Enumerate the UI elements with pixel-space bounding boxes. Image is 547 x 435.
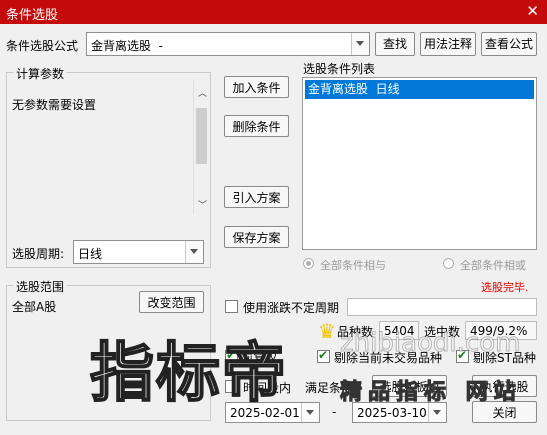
range-value: 全部A股 xyxy=(12,300,57,314)
add-condition-button[interactable]: 加入条件 xyxy=(224,76,289,98)
date-from-picker[interactable]: 2025-02-01 xyxy=(225,402,320,423)
exclude-st-label: 剔除ST品种 xyxy=(473,351,536,365)
scroll-thumb[interactable] xyxy=(196,108,207,164)
chevron-down-icon[interactable] xyxy=(428,403,446,422)
and-radio-label: 全部条件相与 xyxy=(320,259,386,272)
use-period-label: 使用涨跌不定周期 xyxy=(243,301,340,315)
save-plan-button[interactable]: 保存方案 xyxy=(224,226,289,248)
change-range-button[interactable]: 改变范围 xyxy=(139,291,204,313)
exclude-st-checkbox[interactable] xyxy=(456,348,469,363)
formula-combo[interactable]: 金背离选股 - xyxy=(86,32,370,56)
date-to-picker[interactable]: 2025-03-10 xyxy=(352,402,447,423)
range-legend: 选股范围 xyxy=(13,278,68,295)
close-icon[interactable]: ✕ xyxy=(526,2,539,20)
use-period-checkbox[interactable] xyxy=(225,300,238,313)
crown-icon: ♛ xyxy=(318,319,336,343)
or-radio[interactable] xyxy=(443,258,454,269)
selected-field: 499/9.2% xyxy=(465,321,537,340)
or-radio-label: 全部条件相或 xyxy=(460,259,526,272)
chevron-down-icon[interactable] xyxy=(185,241,203,263)
time-range-label: 时间段内 xyxy=(243,381,292,395)
date-to-value: 2025-03-10 xyxy=(357,406,427,420)
and-radio[interactable] xyxy=(303,258,314,269)
filter-untraded-checkbox[interactable] xyxy=(317,348,330,363)
stock-count-label: 品种数 xyxy=(337,325,374,339)
stock-count-field: 5404 xyxy=(379,321,419,340)
satisfy-condition-label: 满足条件 xyxy=(305,381,354,395)
window-title: 条件选股 xyxy=(6,8,59,23)
run-select-button[interactable]: 执行选股 xyxy=(472,375,537,397)
formula-value: 金背离选股 - xyxy=(91,39,163,53)
select-to-block-button[interactable]: 选股入板块 xyxy=(372,375,447,397)
list-item[interactable]: 金背离选股 日线 xyxy=(305,80,534,99)
chevron-down-icon[interactable] xyxy=(351,33,369,55)
conditions-list[interactable]: 金背离选股 日线 xyxy=(302,77,537,250)
usage-button[interactable]: 用法注释 xyxy=(420,32,476,56)
date-separator: - xyxy=(332,405,337,419)
pre-adjust-label: 前复权 xyxy=(241,351,278,365)
remove-condition-button[interactable]: 删除条件 xyxy=(224,115,289,137)
scroll-down-icon[interactable]: ﹀ xyxy=(198,198,207,211)
close-button[interactable]: 关闭 xyxy=(472,401,537,423)
scroll-up-icon[interactable]: ︿ xyxy=(198,86,207,99)
filter-untraded-label: 剔除当前未交易品种 xyxy=(334,351,443,365)
import-plan-button[interactable]: 引入方案 xyxy=(224,186,289,208)
params-scrollbar[interactable]: ︿ ﹀ xyxy=(193,80,209,214)
params-legend: 计算参数 xyxy=(13,65,68,82)
view-formula-button[interactable]: 查看公式 xyxy=(481,32,537,56)
date-from-value: 2025-02-01 xyxy=(230,406,300,420)
find-button[interactable]: 查找 xyxy=(375,32,415,56)
pre-adjust-checkbox[interactable] xyxy=(225,348,238,363)
params-message: 无参数需要设置 xyxy=(12,98,97,112)
period-combo[interactable]: 日线 xyxy=(73,240,204,264)
period-value: 日线 xyxy=(78,247,103,261)
title-bar: 条件选股 ✕ xyxy=(0,0,547,24)
formula-label: 条件选股公式 xyxy=(6,39,79,53)
selected-label: 选中数 xyxy=(424,325,461,339)
status-text: 选股完毕. xyxy=(481,281,529,294)
period-input[interactable] xyxy=(347,298,537,316)
time-range-checkbox[interactable] xyxy=(225,380,238,393)
conditions-label: 选股条件列表 xyxy=(303,62,376,76)
chevron-down-icon[interactable] xyxy=(301,403,319,422)
period-label: 选股周期: xyxy=(12,247,65,261)
